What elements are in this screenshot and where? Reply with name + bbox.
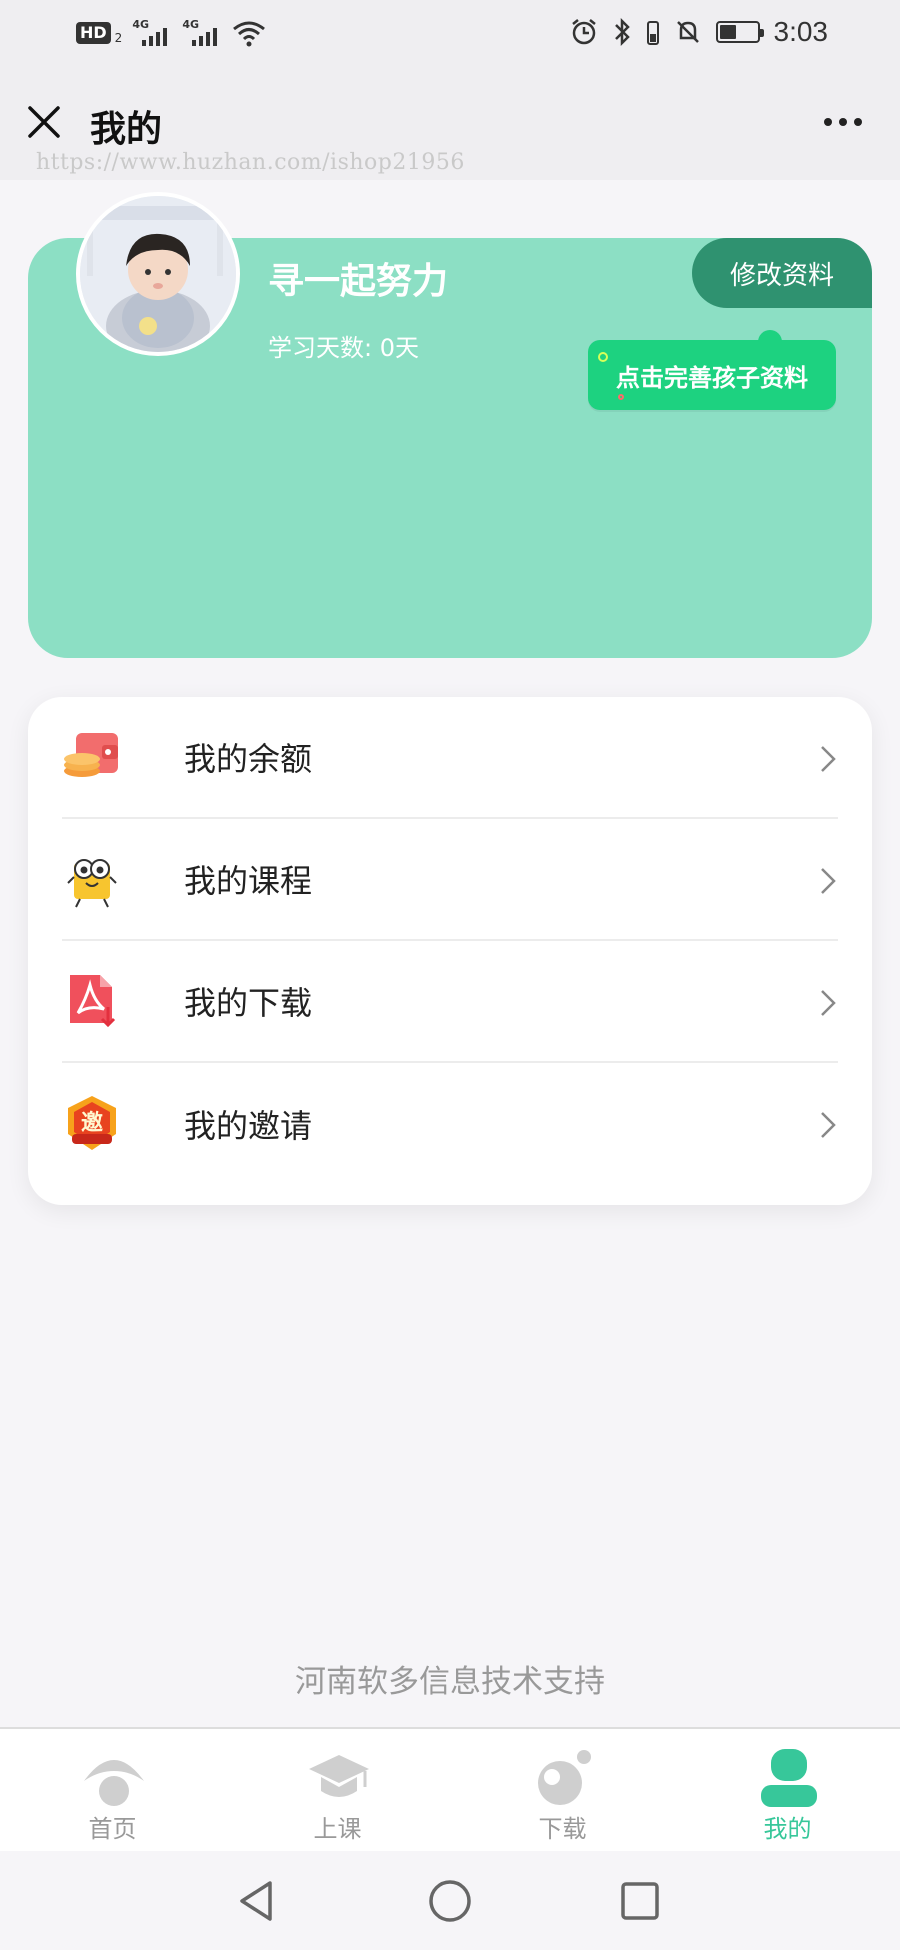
avatar[interactable]	[76, 192, 240, 356]
complete-child-profile-tip[interactable]: 点击完善孩子资料	[588, 330, 836, 410]
back-icon[interactable]	[236, 1879, 276, 1923]
menu-item-label: 我的余额	[184, 740, 313, 778]
wallet-coins-icon	[64, 733, 118, 777]
menu-item-courses[interactable]: 我的课程	[62, 819, 838, 941]
more-options-icon[interactable]	[824, 118, 862, 126]
course-mascot-icon	[67, 859, 117, 908]
tab-bar: 首页 上课 下载 我的	[0, 1727, 900, 1851]
system-nav-bar	[0, 1851, 900, 1950]
recent-apps-icon[interactable]	[620, 1879, 660, 1923]
menu-item-label: 我的邀请	[184, 1107, 313, 1145]
sparkle-icon	[598, 352, 608, 362]
menu-card: 我的余额 我的课程 我的下载 邀 我的邀请	[28, 697, 872, 1205]
sparkle-icon	[618, 394, 624, 400]
hd-badge: HD	[76, 22, 111, 44]
menu-item-balance[interactable]: 我的余额	[62, 697, 838, 819]
chevron-right-icon	[821, 746, 836, 772]
hd-sub: 2	[114, 31, 123, 45]
signal-icon: 4G	[182, 18, 222, 48]
tip-label: 点击完善孩子资料	[616, 363, 808, 392]
menu-item-label: 我的课程	[184, 862, 313, 900]
tab-label: 我的	[763, 1815, 812, 1843]
chevron-right-icon	[821, 990, 836, 1016]
close-icon[interactable]	[26, 104, 62, 140]
support-text: 河南软多信息技术支持	[295, 1664, 605, 1700]
page-title: 我的	[90, 109, 163, 150]
menu-item-invite[interactable]: 邀 我的邀请	[62, 1063, 838, 1185]
edit-profile-button[interactable]: 修改资料	[692, 238, 872, 308]
pdf-download-icon	[70, 975, 116, 1028]
svg-text:邀: 邀	[81, 1111, 103, 1136]
user-name: 寻一起努力	[268, 261, 449, 302]
tab-home[interactable]: 首页	[0, 1729, 225, 1853]
tab-label: 首页	[88, 1815, 137, 1843]
watermark: https://www.huzhan.com/ishop21956	[36, 150, 465, 175]
baby-photo-icon	[80, 196, 236, 352]
battery-small-icon	[646, 21, 659, 45]
home-icon	[84, 1760, 144, 1806]
menu-item-label: 我的下载	[184, 984, 313, 1022]
graduation-cap-icon	[309, 1755, 369, 1797]
profile-icon	[761, 1749, 817, 1807]
signal-icon: 4G	[132, 18, 172, 48]
tab-class[interactable]: 上课	[225, 1729, 450, 1853]
status-bar: HD 2 4G 4G 3:03	[0, 0, 900, 70]
tab-label: 上课	[313, 1815, 362, 1843]
alarm-icon	[571, 19, 596, 45]
invite-badge-icon: 邀	[68, 1096, 116, 1150]
title-bar: 我的 https://www.huzhan.com/ishop21956	[0, 70, 900, 180]
wifi-icon	[233, 21, 266, 47]
bluetooth-icon	[614, 17, 630, 47]
status-right: 3:03	[570, 16, 829, 48]
download-ball-icon	[538, 1750, 591, 1805]
menu-item-downloads[interactable]: 我的下载	[62, 941, 838, 1063]
battery-icon	[715, 21, 764, 43]
status-left: HD 2 4G 4G	[76, 18, 266, 48]
tab-mine[interactable]: 我的	[675, 1729, 900, 1853]
status-time: 3:03	[773, 16, 829, 47]
tab-label: 下载	[538, 1815, 587, 1843]
study-days: 学习天数: 0天	[268, 334, 419, 362]
chevron-right-icon	[821, 1112, 836, 1138]
home-circle-icon[interactable]	[428, 1879, 472, 1923]
tab-download[interactable]: 下载	[450, 1729, 675, 1853]
mute-bell-icon	[676, 21, 699, 43]
chevron-right-icon	[821, 868, 836, 894]
